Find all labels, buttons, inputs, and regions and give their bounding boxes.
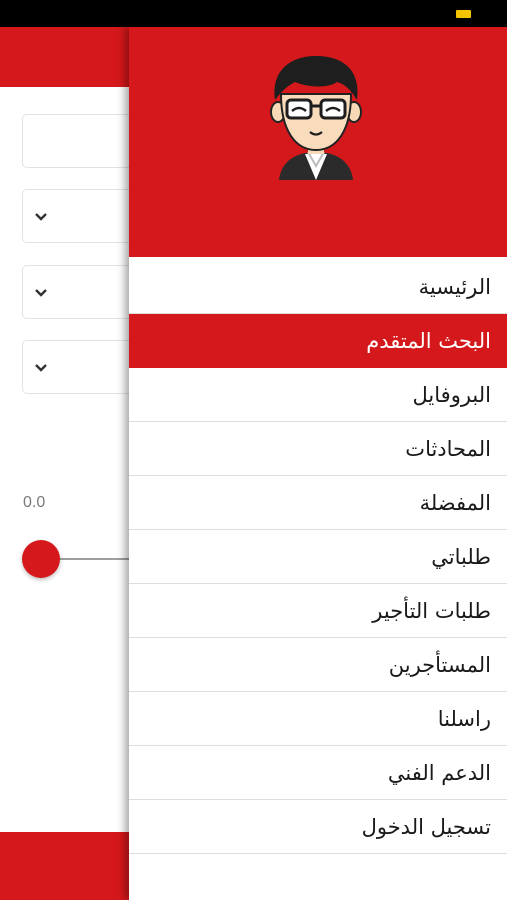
drawer-menu-item-label: البحث المتقدم (366, 328, 491, 353)
battery-icon (456, 10, 471, 18)
drawer-menu-item-label: تسجيل الدخول (361, 814, 491, 839)
drawer-menu-item[interactable]: تسجيل الدخول (129, 800, 507, 854)
navigation-drawer: الرئيسية البحث المتقدم البروفايل المحادثات ا… (129, 27, 507, 900)
status-bar (0, 0, 507, 27)
drawer-menu-item-label: طلباتي (431, 544, 491, 569)
drawer-menu-item[interactable]: طلباتي (129, 530, 507, 584)
drawer-menu-item-label: المحادثات (405, 436, 491, 461)
drawer-menu-item-label: المستأجرين (388, 652, 491, 677)
slider-value: 0.0 (23, 494, 46, 511)
drawer-menu-item[interactable]: طلبات التأجير (129, 584, 507, 638)
chevron-down-icon (35, 364, 47, 372)
drawer-menu-item-label: طلبات التأجير (372, 598, 491, 623)
drawer-menu: الرئيسية البحث المتقدم البروفايل المحادثات ا… (129, 260, 507, 854)
drawer-menu-item[interactable]: البحث المتقدم (129, 314, 507, 368)
chevron-down-icon (35, 213, 47, 221)
avatar (270, 56, 362, 180)
drawer-menu-item-label: راسلنا (437, 706, 491, 731)
drawer-menu-item[interactable]: المستأجرين (129, 638, 507, 692)
drawer-menu-item-label: المفضلة (419, 490, 491, 515)
drawer-menu-item-label: الرئيسية (418, 274, 491, 299)
slider-thumb[interactable] (22, 540, 60, 578)
drawer-menu-item[interactable]: البروفايل (129, 368, 507, 422)
drawer-menu-item[interactable]: المحادثات (129, 422, 507, 476)
drawer-menu-item[interactable]: الرئيسية (129, 260, 507, 314)
drawer-menu-item[interactable]: المفضلة (129, 476, 507, 530)
drawer-menu-item-label: البروفايل (412, 382, 491, 407)
drawer-menu-item-label: الدعم الفني (387, 760, 491, 785)
chevron-down-icon (35, 289, 47, 297)
drawer-header (129, 27, 507, 257)
drawer-menu-item[interactable]: الدعم الفني (129, 746, 507, 800)
drawer-menu-item[interactable]: راسلنا (129, 692, 507, 746)
